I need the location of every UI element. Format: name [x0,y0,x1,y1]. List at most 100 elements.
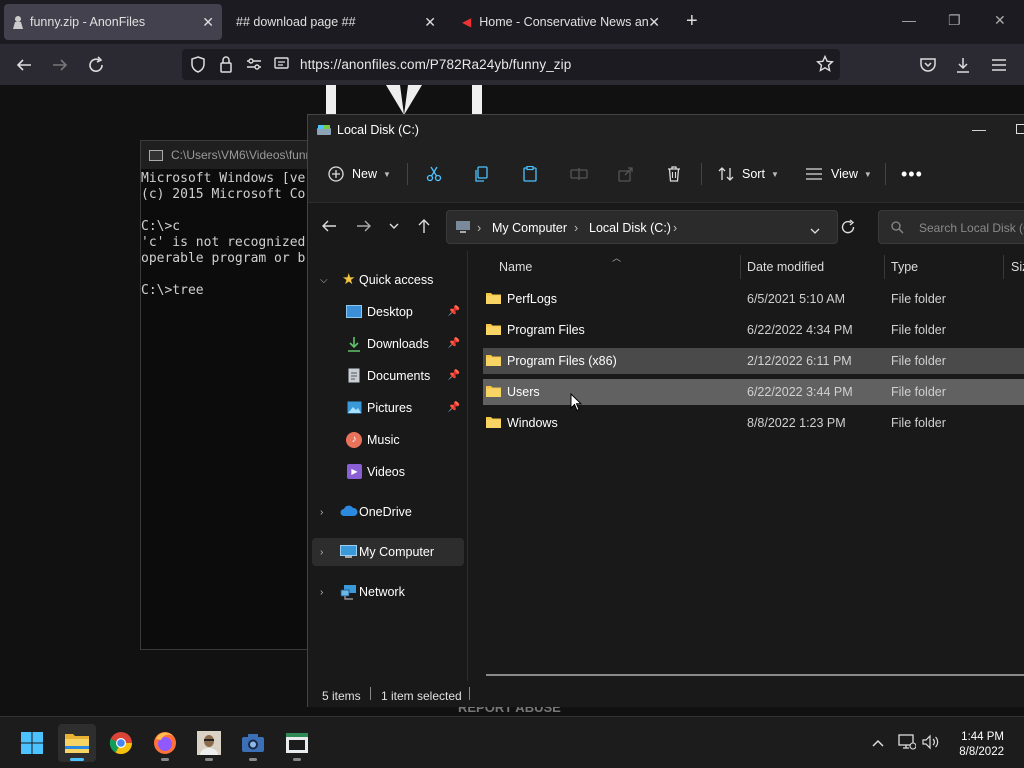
pin-icon[interactable]: 📌 [448,306,460,317]
reader-icon[interactable] [274,57,289,76]
pin-icon[interactable]: 📌 [448,338,460,349]
taskbar-firefox[interactable] [146,724,184,762]
star-icon: ★ [342,271,356,288]
anonymous-figure-image [326,85,482,115]
downloads-icon[interactable] [952,54,974,76]
new-tab-icon[interactable]: + [686,11,698,31]
chevron-up-icon[interactable] [871,735,885,753]
back-arrow-icon[interactable] [321,218,337,239]
more-options-button[interactable]: ••• [901,162,923,186]
file-row[interactable]: PerfLogs 6/5/2021 5:10 AM File folder [483,286,1024,312]
pin-icon[interactable]: 📌 [448,402,460,413]
file-row[interactable]: Windows 8/8/2022 1:23 PM File folder [483,410,1024,436]
chevron-right-icon[interactable]: › [320,507,323,518]
sidebar-item-music[interactable]: ♪ Music [312,426,464,454]
paste-button[interactable] [522,162,538,186]
file-row-selected[interactable]: Users 6/22/2022 3:44 PM File folder [483,379,1024,405]
sidebar-item-videos[interactable]: ▶ Videos [312,458,464,486]
close-tab-icon[interactable]: ✕ [648,14,660,30]
tab-news[interactable]: ◀ Home - Conservative News and ✕ [452,4,668,40]
search-field[interactable]: Search Local Disk (C:) [878,210,1024,244]
sidebar-item-my-computer[interactable]: › My Computer [312,538,464,566]
bookmark-star-icon[interactable] [815,54,835,78]
delete-button[interactable] [666,162,682,186]
taskbar-camera-app[interactable] [234,724,272,762]
volume-icon[interactable] [922,734,940,755]
file-row[interactable]: Program Files (x86) 2/12/2022 6:11 PM Fi… [483,348,1024,374]
close-tab-icon[interactable]: ✕ [202,14,214,30]
sidebar-item-label: My Computer [359,545,435,559]
cmd-titlebar[interactable]: C:\Users\VM6\Videos\funny [141,141,319,169]
sidebar-item-downloads[interactable]: Downloads 📌 [312,330,464,358]
network-status-icon[interactable] [898,734,917,755]
breadcrumb-my-computer[interactable]: My Computer [492,221,567,235]
restore-icon[interactable]: ❐ [948,12,961,29]
hamburger-menu-icon[interactable] [988,54,1010,76]
forward-arrow-icon[interactable] [49,54,71,76]
column-divider[interactable] [740,255,741,279]
shield-icon[interactable] [190,56,206,78]
sidebar-item-label: Pictures [367,401,413,415]
minimize-icon[interactable]: — [902,12,916,28]
running-indicator [205,758,213,761]
file-row[interactable]: Program Files 6/22/2022 4:34 PM File fol… [483,317,1024,343]
sidebar-item-documents[interactable]: Documents 📌 [312,362,464,390]
system-clock[interactable]: 1:44 PM 8/8/2022 [959,730,1004,760]
maximize-icon[interactable] [1016,124,1024,134]
cut-button[interactable] [426,162,442,186]
column-divider[interactable] [1003,255,1004,279]
horizontal-scrollbar[interactable] [486,674,1024,676]
taskbar-chrome[interactable] [102,724,140,762]
pocket-icon[interactable] [917,54,939,76]
url-text[interactable]: https://anonfiles.com/P782Ra24yb/funny_z… [300,57,571,72]
pin-icon[interactable]: 📌 [448,370,460,381]
close-tab-icon[interactable]: ✕ [424,14,436,30]
column-header-name[interactable]: Name [499,260,532,274]
cmd-output[interactable]: Microsoft Windows [ve (c) 2015 Microsoft… [141,169,319,299]
tab-download-page[interactable]: ## download page ## ✕ [226,4,444,40]
tab-anonfiles[interactable]: funny.zip - AnonFiles ✕ [4,4,222,40]
close-window-icon[interactable]: ✕ [994,12,1006,29]
permissions-icon[interactable] [246,57,262,76]
url-bar[interactable]: https://anonfiles.com/P782Ra24yb/funny_z… [182,49,840,80]
view-button[interactable]: View ▼ [805,162,872,186]
lock-icon[interactable] [219,56,233,78]
column-divider[interactable] [884,255,885,279]
taskbar-cmd[interactable] [278,724,316,762]
chevron-right-icon[interactable]: › [320,587,323,598]
chevron-right-icon[interactable]: › [320,547,323,558]
sidebar-item-network[interactable]: › Network [312,578,464,606]
refresh-icon[interactable] [840,219,856,240]
taskbar-photo-app[interactable] [190,724,228,762]
up-arrow-icon[interactable] [416,218,432,239]
forward-arrow-icon[interactable] [356,218,372,239]
cmd-window[interactable]: C:\Users\VM6\Videos\funny Microsoft Wind… [140,140,320,650]
back-arrow-icon[interactable] [13,54,35,76]
minimize-icon[interactable]: — [972,121,986,137]
address-history-chevron-icon[interactable] [809,223,821,241]
chevron-down-icon[interactable]: ⌵ [320,275,328,286]
taskbar-file-explorer[interactable] [58,724,96,762]
rename-button[interactable] [570,162,588,186]
explorer-titlebar[interactable]: Local Disk (C:) — [308,115,1024,145]
column-header-size[interactable]: Size [1011,260,1024,274]
reload-icon[interactable] [85,54,107,76]
address-bar[interactable]: › My Computer › Local Disk (C:) › [446,210,838,244]
sort-button[interactable]: Sort ▼ [717,162,779,186]
sidebar-item-quick-access[interactable]: ⌵ ★ Quick access [312,266,464,294]
sidebar-item-desktop[interactable]: Desktop 📌 [312,298,464,326]
copy-button[interactable] [474,162,490,186]
column-header-type[interactable]: Type [891,260,918,274]
sidebar-item-pictures[interactable]: Pictures 📌 [312,394,464,422]
file-explorer-window[interactable]: Local Disk (C:) — New ▼ Sort ▼ View ▼ ••… [307,114,1024,707]
recent-locations-chevron-icon[interactable] [388,219,400,237]
sidebar-item-onedrive[interactable]: › OneDrive [312,498,464,526]
selected-count: 1 item selected [381,689,462,703]
tab-news-label: Home - Conservative News and [479,15,650,29]
new-button[interactable]: New ▼ [328,162,391,186]
column-header-date[interactable]: Date modified [747,260,824,274]
file-type: File folder [891,416,946,430]
start-button[interactable] [13,724,51,762]
share-button[interactable] [618,162,634,186]
breadcrumb-local-disk[interactable]: Local Disk (C:) [589,221,671,235]
